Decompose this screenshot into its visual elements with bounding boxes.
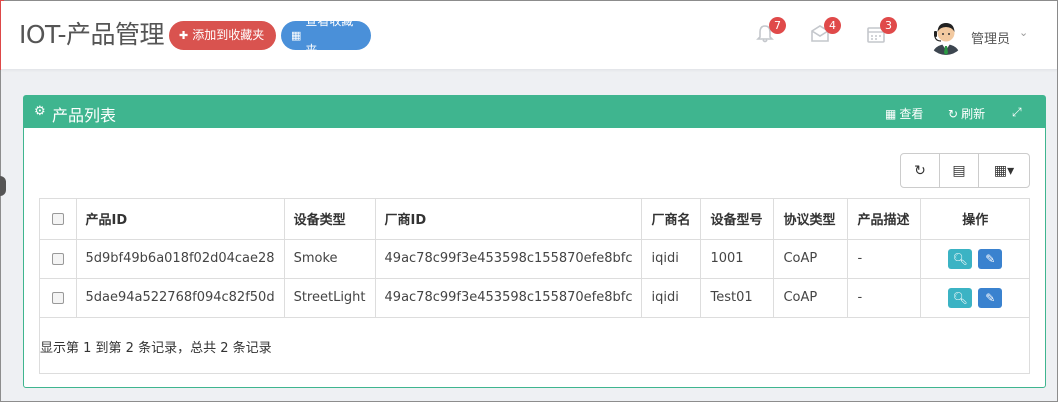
avatar[interactable] <box>927 17 965 55</box>
cell-actions: 🔍︎ ✎ <box>920 239 1029 279</box>
bell-icon[interactable]: 7 <box>752 17 786 49</box>
toggle-view-button[interactable]: ▤ <box>940 154 979 187</box>
cell-description: - <box>847 278 922 318</box>
cell-product-id: 5dae94a522768f094c82f50d <box>76 278 285 318</box>
row-select-cell <box>40 239 77 279</box>
cell-actions: 🔍︎ ✎ <box>920 278 1029 318</box>
panel-refresh-label: 刷新 <box>961 107 986 121</box>
view-favorites-label: 查看收藏夹 <box>305 13 354 57</box>
column-header: 操作 <box>920 199 1029 240</box>
cell-protocol: CoAP <box>773 239 849 279</box>
search-button[interactable]: 🔍︎ <box>948 287 973 308</box>
sidebar-toggle-handle[interactable] <box>0 176 6 196</box>
cell-protocol: CoAP <box>773 278 849 318</box>
column-header[interactable]: 设备类型 <box>284 199 376 240</box>
table-toolbar: ↻ ▤ ▦▾ <box>900 153 1030 188</box>
column-header[interactable]: 厂商名 <box>641 199 702 240</box>
plus-icon: ✚ <box>179 29 189 42</box>
calendar-badge: 3 <box>880 17 897 34</box>
user-menu-label[interactable]: 管理员 <box>971 28 1010 47</box>
cell-device-type: StreetLight <box>284 278 376 318</box>
cell-vendor-name: iqidi <box>641 239 702 279</box>
column-header[interactable]: 产品ID <box>76 199 285 240</box>
expand-icon[interactable]: ⤢ <box>1012 105 1022 120</box>
add-to-favorites-label: 添加到收藏夹 <box>192 28 265 42</box>
cell-vendor-id: 49ac78c99f3e453598c155870efe8bfc <box>375 278 643 318</box>
select-all-checkbox[interactable] <box>51 212 64 225</box>
refresh-icon: ↻ <box>914 162 926 179</box>
bell-badge: 7 <box>769 17 786 34</box>
columns-icon: ▦▾ <box>993 162 1015 179</box>
row-checkbox[interactable] <box>51 252 64 265</box>
pagination-info: 显示第 1 到第 2 条记录，总共 2 条记录 <box>40 341 272 356</box>
column-header[interactable]: 产品描述 <box>847 199 922 240</box>
panel-title: 产品列表 <box>52 106 117 125</box>
row-select-cell <box>40 278 77 318</box>
cell-description: - <box>847 239 922 279</box>
product-table: 产品ID 设备类型 厂商ID 厂商名 设备型号 协议类型 产品描述 操作 5d9… <box>39 198 1030 374</box>
view-favorites-button[interactable]: ▦ 查看收藏夹 <box>281 14 371 57</box>
cell-device-model: 1001 <box>700 239 775 279</box>
refresh-icon: ↻ <box>948 106 959 121</box>
column-header[interactable]: 设备型号 <box>700 199 775 240</box>
cell-product-id: 5d9bf49b6a018f02d04cae28 <box>76 239 285 279</box>
table-row: 5d9bf49b6a018f02d04cae28 Smoke 49ac78c99… <box>40 239 1029 279</box>
grid-icon: ▦ <box>291 29 302 42</box>
search-button[interactable]: 🔍︎ <box>948 248 973 269</box>
product-list-panel: ⚙ 产品列表 ▦ 查看 ↻ 刷新 ⤢ ↻ ▤ ▦▾ 产品ID 设备类型 厂商ID… <box>23 95 1046 388</box>
gears-icon: ⚙ <box>34 104 46 119</box>
row-checkbox[interactable] <box>51 291 64 304</box>
cell-device-type: Smoke <box>284 239 376 279</box>
cell-device-model: Test01 <box>700 278 775 318</box>
cell-vendor-id: 49ac78c99f3e453598c155870efe8bfc <box>375 239 643 279</box>
table-refresh-button[interactable]: ↻ <box>901 154 940 187</box>
cell-vendor-name: iqidi <box>641 278 702 318</box>
edit-button[interactable]: ✎ <box>978 287 1003 308</box>
envelope-badge: 4 <box>824 17 841 34</box>
page-title: IOT-产品管理 <box>19 20 165 49</box>
envelope-icon[interactable]: 4 <box>807 17 841 49</box>
list-icon: ▤ <box>952 162 966 179</box>
table-row: 5dae94a522768f094c82f50d StreetLight 49a… <box>40 278 1029 318</box>
edit-button[interactable]: ✎ <box>978 248 1003 269</box>
columns-button[interactable]: ▦▾ <box>979 154 1029 187</box>
panel-header: ⚙ 产品列表 ▦ 查看 ↻ 刷新 ⤢ <box>24 96 1045 128</box>
grid-icon: ▦ <box>885 106 897 121</box>
panel-view-button[interactable]: ▦ 查看 <box>885 105 923 122</box>
calendar-icon[interactable]: 3 <box>863 17 897 49</box>
chevron-down-icon[interactable]: ⌄ <box>1019 26 1028 39</box>
select-all-cell <box>40 199 77 240</box>
table-header-row: 产品ID 设备类型 厂商ID 厂商名 设备型号 协议类型 产品描述 操作 <box>40 199 1029 240</box>
column-header[interactable]: 协议类型 <box>773 199 849 240</box>
column-header[interactable]: 厂商ID <box>375 199 643 240</box>
add-to-favorites-button[interactable]: ✚ 添加到收藏夹 <box>169 21 276 50</box>
top-header: IOT-产品管理 ✚ 添加到收藏夹 ▦ 查看收藏夹 7 4 3 管理员 ⌄ <box>1 1 1057 70</box>
panel-refresh-button[interactable]: ↻ 刷新 <box>948 105 985 122</box>
panel-view-label: 查看 <box>899 107 924 121</box>
